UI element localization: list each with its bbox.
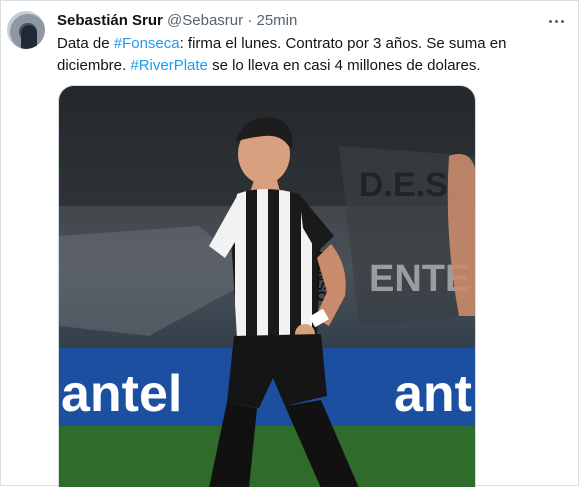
ad-banner-left: antel — [61, 365, 182, 423]
separator-dot: · — [247, 12, 253, 29]
tweet-card[interactable]: Sebastián Srur @Sebasrur · 25min Data de… — [0, 0, 579, 487]
author-name[interactable]: Sebastián Srur — [57, 12, 163, 29]
tweet-timestamp[interactable]: 25min — [256, 12, 297, 29]
tweet-photo[interactable]: D.E.S. ENTE antel ant RUNSO — [58, 85, 476, 487]
hashtag-riverplate[interactable]: #RiverPlate — [130, 57, 208, 74]
hashtag-fonseca[interactable]: #Fonseca — [114, 35, 180, 52]
stand-banner-text: D.E.S. — [359, 166, 457, 204]
text-segment: se lo lleva en casi 4 millones de dolare… — [207, 57, 481, 74]
more-options-icon[interactable] — [544, 9, 568, 33]
tweet-header: Sebastián Srur @Sebasrur · 25min — [57, 11, 297, 31]
football-player-photo: D.E.S. ENTE antel ant RUNSO — [59, 86, 475, 487]
tweet-text: Data de #Fonseca: firma el lunes. Contra… — [57, 33, 562, 77]
ad-banner-right: ant — [394, 365, 472, 423]
author-handle[interactable]: @Sebasrur — [167, 12, 243, 29]
author-avatar[interactable] — [7, 11, 45, 49]
text-segment: Data de — [57, 35, 114, 52]
